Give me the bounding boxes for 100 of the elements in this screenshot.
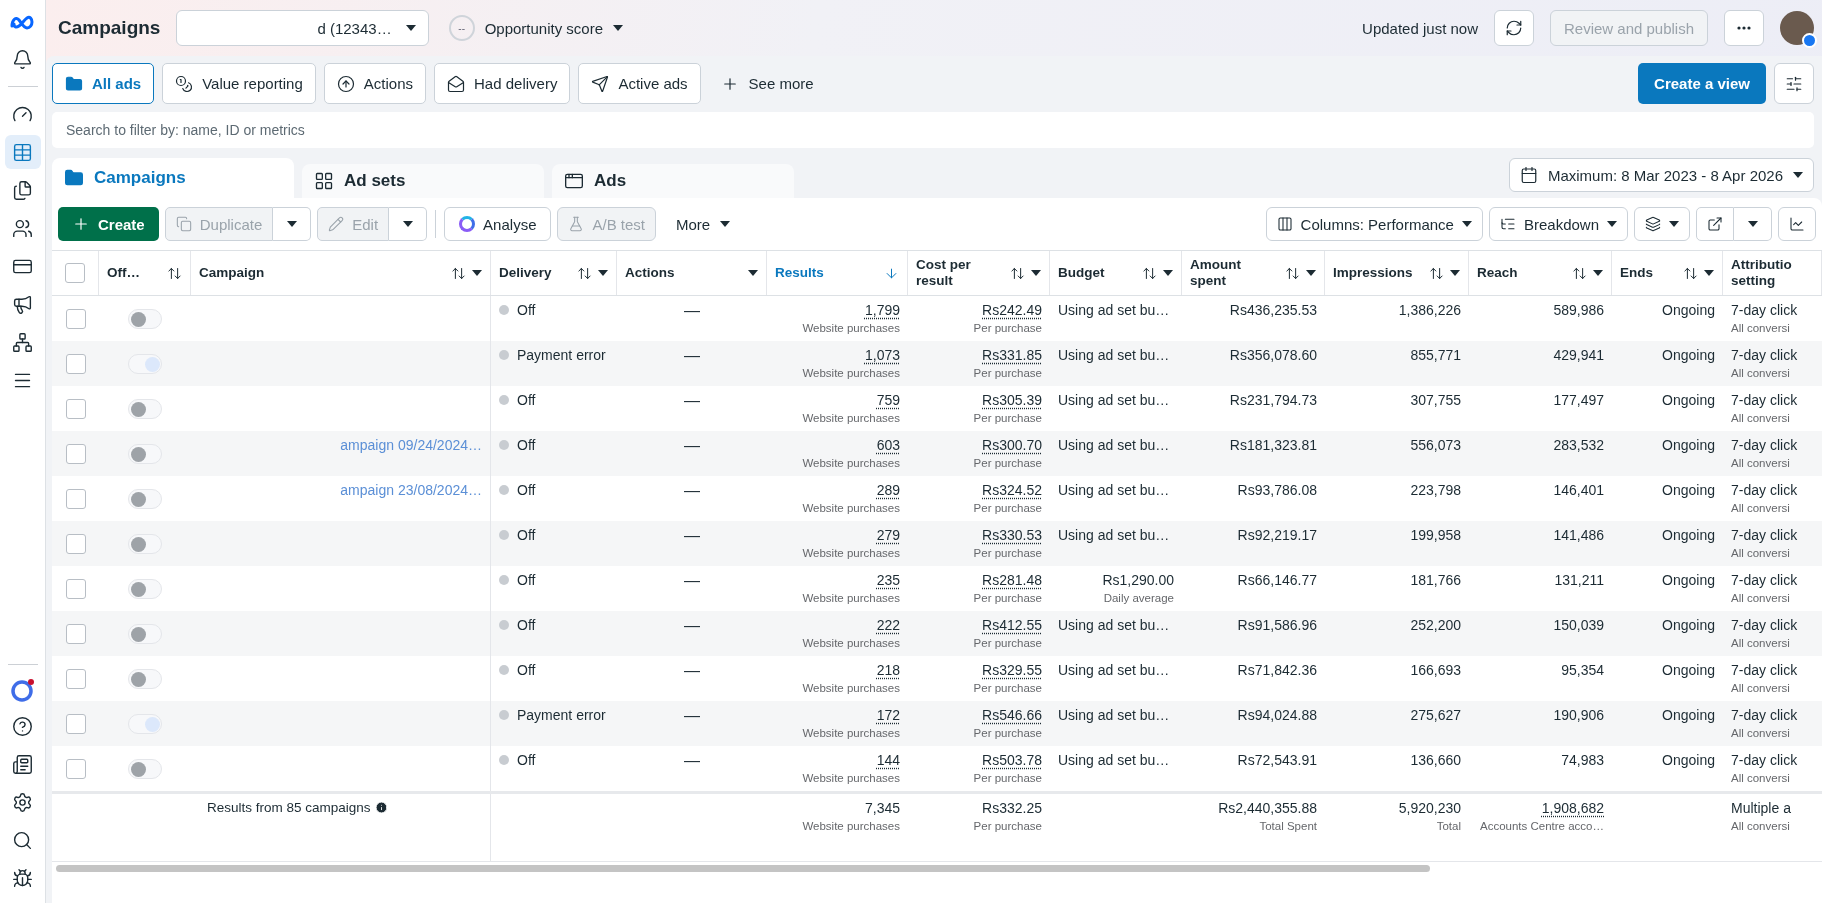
export-menu-button[interactable] xyxy=(1734,207,1772,241)
column-header[interactable]: Campaign xyxy=(191,251,491,295)
toggle-switch[interactable] xyxy=(128,308,162,329)
toggle-switch[interactable] xyxy=(128,578,162,599)
row-checkbox[interactable] xyxy=(65,623,86,644)
amount-spent: Rs71,842.36 xyxy=(1237,662,1317,678)
results-value[interactable]: 1,073 xyxy=(864,347,900,363)
column-header[interactable]: Impressions xyxy=(1325,251,1469,295)
column-header[interactable]: Ends xyxy=(1612,251,1723,295)
search-field[interactable]: Search to filter by: name, ID or metrics xyxy=(52,112,1814,148)
toggle-switch[interactable] xyxy=(128,398,162,419)
toggle-switch[interactable] xyxy=(128,353,162,374)
export-button[interactable] xyxy=(1696,207,1734,241)
ring-logo-icon[interactable] xyxy=(9,677,36,703)
opportunity-score-dropdown[interactable]: -- Opportunity score xyxy=(444,10,628,46)
bug-icon xyxy=(12,867,33,889)
row-checkbox[interactable] xyxy=(65,353,86,374)
toggle-switch[interactable] xyxy=(128,623,162,644)
row-checkbox[interactable] xyxy=(65,758,86,779)
chart-button[interactable] xyxy=(1778,207,1816,241)
attribution-value: 7-day click xyxy=(1731,617,1798,633)
column-header[interactable]: Delivery xyxy=(491,251,617,295)
toggle-switch[interactable] xyxy=(128,713,162,734)
cost-value[interactable]: Rs331.85 xyxy=(982,347,1042,363)
row-checkbox[interactable] xyxy=(65,533,86,554)
filter-chip[interactable]: Active ads xyxy=(578,63,701,104)
column-header[interactable]: Results xyxy=(767,251,908,295)
results-value[interactable]: 172 xyxy=(876,707,900,723)
date-range-dropdown[interactable]: Maximum: 8 Mar 2023 - 8 Apr 2026 xyxy=(1508,158,1814,192)
reports-dropdown[interactable] xyxy=(1634,207,1690,241)
duplicate-menu-button[interactable] xyxy=(273,207,312,241)
cost-value[interactable]: Rs329.55 xyxy=(982,662,1042,678)
cost-value[interactable]: Rs330.53 xyxy=(982,527,1042,543)
level-tab[interactable]: Campaigns xyxy=(52,158,294,198)
cost-value[interactable]: Rs281.48 xyxy=(982,572,1042,588)
row-checkbox[interactable] xyxy=(65,488,86,509)
column-header[interactable]: Actions xyxy=(617,251,767,295)
column-header[interactable]: Cost per result xyxy=(908,251,1050,295)
column-header[interactable]: Attributio setting xyxy=(1723,251,1822,295)
people-icon xyxy=(12,217,33,239)
cost-value[interactable]: Rs546.66 xyxy=(982,707,1042,723)
create-view-button[interactable]: Create a view xyxy=(1638,63,1766,104)
column-header[interactable]: Budget xyxy=(1050,251,1182,295)
toggle-switch[interactable] xyxy=(128,488,162,509)
total-reach[interactable]: 1,908,682 xyxy=(1541,800,1604,816)
row-checkbox[interactable] xyxy=(65,713,86,734)
cost-value[interactable]: Rs503.78 xyxy=(982,752,1042,768)
column-header[interactable]: Reach xyxy=(1469,251,1612,295)
results-value[interactable]: 144 xyxy=(876,752,900,768)
score-gauge: -- xyxy=(448,15,475,41)
results-value[interactable]: 1,799 xyxy=(864,302,900,318)
filter-chip[interactable]: Value reporting xyxy=(162,63,316,104)
row-checkbox[interactable] xyxy=(65,308,86,329)
toggle-switch[interactable] xyxy=(128,668,162,689)
caret-icon xyxy=(1607,221,1617,227)
column-header[interactable]: Off… xyxy=(99,251,191,295)
filter-chip[interactable]: Actions xyxy=(323,63,426,104)
cost-value[interactable]: Rs305.39 xyxy=(982,392,1042,408)
ends-value: Ongoing xyxy=(1662,707,1715,723)
total-attribution: Multiple a xyxy=(1731,800,1791,816)
amount-spent: Rs94,024.88 xyxy=(1237,707,1317,723)
results-value[interactable]: 289 xyxy=(876,482,900,498)
row-checkbox[interactable] xyxy=(65,443,86,464)
account-dropdown[interactable]: d (12343… xyxy=(176,10,429,46)
toggle-switch[interactable] xyxy=(128,533,162,554)
create-button[interactable]: Create xyxy=(58,207,159,241)
filter-chip[interactable]: Had delivery xyxy=(434,63,571,104)
row-checkbox[interactable] xyxy=(65,398,86,419)
more-dropdown[interactable]: More xyxy=(662,206,745,242)
refresh-button[interactable] xyxy=(1494,10,1534,46)
columns-dropdown[interactable]: Columns: Performance xyxy=(1265,207,1483,241)
filter-chip[interactable]: All ads xyxy=(52,63,155,104)
level-tab[interactable]: Ads xyxy=(552,164,794,198)
column-header[interactable]: Amount spent xyxy=(1182,251,1325,295)
ends-value: Ongoing xyxy=(1662,302,1715,318)
select-all-checkbox[interactable] xyxy=(65,263,85,283)
scrollbar[interactable] xyxy=(56,865,1431,872)
results-value[interactable]: 218 xyxy=(876,662,900,678)
level-tab[interactable]: Ad sets xyxy=(302,164,544,198)
cost-value[interactable]: Rs300.70 xyxy=(982,437,1042,453)
filter-settings-button[interactable] xyxy=(1774,63,1814,104)
results-value[interactable]: 759 xyxy=(876,392,900,408)
row-checkbox[interactable] xyxy=(65,668,86,689)
edit-menu-button[interactable] xyxy=(389,207,428,241)
results-value[interactable]: 603 xyxy=(876,437,900,453)
cost-value[interactable]: Rs412.55 xyxy=(982,617,1042,633)
toggle-switch[interactable] xyxy=(128,758,162,779)
budget-caption: Daily average xyxy=(1103,592,1174,604)
results-value[interactable]: 279 xyxy=(876,527,900,543)
results-value[interactable]: 222 xyxy=(876,617,900,633)
row-checkbox[interactable] xyxy=(65,578,86,599)
cost-value[interactable]: Rs324.52 xyxy=(982,482,1042,498)
breakdown-dropdown[interactable]: Breakdown xyxy=(1488,207,1628,241)
analyse-button[interactable]: Analyse xyxy=(444,207,552,241)
more-button[interactable] xyxy=(1724,10,1764,46)
cost-value[interactable]: Rs242.49 xyxy=(982,302,1042,318)
avatar[interactable] xyxy=(1780,11,1814,45)
toggle-switch[interactable] xyxy=(128,443,162,464)
results-value[interactable]: 235 xyxy=(876,572,900,588)
see-more-button[interactable]: See more xyxy=(708,65,826,102)
